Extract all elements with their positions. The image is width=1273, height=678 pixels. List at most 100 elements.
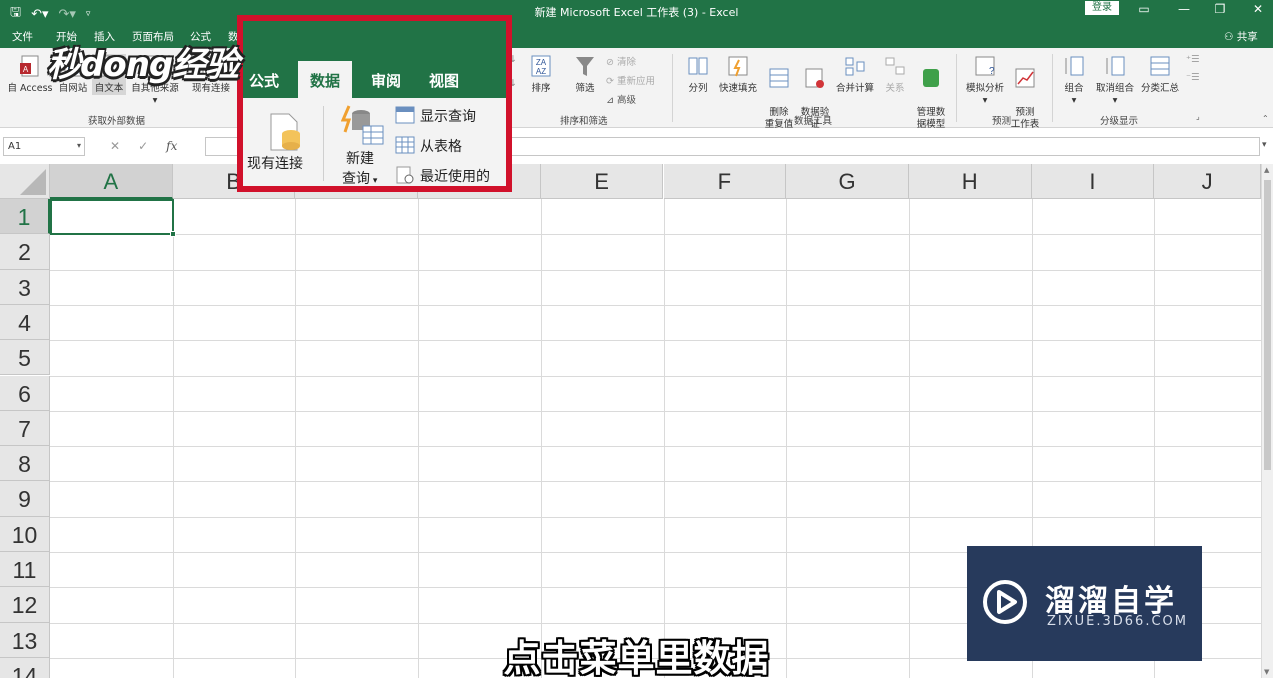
forecast-chart-icon — [1015, 68, 1035, 88]
reapply-button[interactable]: ⟳ 重新应用 — [606, 73, 655, 87]
zoom-show-queries-button[interactable]: 显示查询 — [420, 106, 476, 126]
row-header-7[interactable]: 7 — [0, 410, 50, 447]
filter-button[interactable]: 筛选 — [570, 54, 600, 95]
relationships-button[interactable]: 关系 — [880, 54, 910, 95]
column-header-g[interactable]: G — [786, 164, 909, 199]
row-header-5[interactable]: 5 — [0, 340, 50, 376]
text-to-columns-label: 分列 — [688, 83, 708, 94]
vertical-scrollbar[interactable]: ▲ ▼ — [1261, 164, 1273, 678]
row-header-10[interactable]: 10 — [0, 516, 50, 552]
close-button[interactable]: ✕ — [1250, 2, 1266, 16]
row-header-8[interactable]: 8 — [0, 446, 50, 482]
zoom-separator — [323, 106, 324, 181]
watermark-top-left: 秒dong经验 — [47, 45, 239, 85]
clear-filter-button[interactable]: ⊘ 清除 — [606, 54, 636, 68]
show-detail-icon[interactable]: ⁺☰ — [1186, 54, 1200, 65]
row-header-4[interactable]: 4 — [0, 304, 50, 341]
gridline-horizontal — [50, 410, 1261, 412]
row-header-6[interactable]: 6 — [0, 375, 50, 411]
confirm-entry-icon[interactable]: ✓ — [138, 139, 148, 153]
collapse-ribbon-icon[interactable]: ⌃ — [1262, 114, 1269, 123]
fill-handle[interactable] — [170, 231, 176, 237]
svg-text:ZA: ZA — [536, 58, 547, 67]
flash-fill-button[interactable]: 快速填充 — [716, 54, 760, 95]
brand-url: ZIXUE.3D66.COM — [1047, 614, 1188, 629]
forecast-sheet-button[interactable]: 预测 工作表 — [1008, 54, 1042, 131]
zoom-new-query-label-1[interactable]: 新建 — [346, 148, 374, 168]
column-header-f[interactable]: F — [663, 164, 787, 199]
zoom-callout-highlight: 公式 数据 审阅 视图 现有连接 新建 查询 ▾ 显示查询 从表格 最近使用的 — [237, 15, 512, 192]
new-query-icon — [341, 105, 384, 145]
sort-button[interactable]: ZA AZ 排序 — [526, 54, 556, 95]
expand-formula-bar-icon[interactable]: ▾ — [1262, 140, 1267, 150]
filter-label: 筛选 — [575, 83, 595, 94]
minimize-button[interactable]: — — [1176, 2, 1192, 16]
row-header-12[interactable]: 12 — [0, 587, 50, 623]
sort-icon: ZAAZ — [531, 55, 551, 77]
zoom-existing-connections-label[interactable]: 现有连接 — [247, 153, 303, 173]
cancel-entry-icon[interactable]: ✕ — [110, 139, 120, 153]
share-button[interactable]: ⚇ 共享 — [1224, 29, 1258, 44]
zoom-tab-view[interactable]: 视图 — [429, 70, 459, 91]
gridline-vertical — [172, 199, 174, 678]
what-if-analysis-button[interactable]: ? 模拟分析 ▾ — [962, 54, 1008, 107]
gridline-horizontal — [50, 304, 1261, 306]
column-header-a[interactable]: A — [50, 164, 173, 199]
ungroup-button[interactable]: 取消组合 ▾ — [1092, 54, 1138, 107]
zoom-tab-row: 公式 数据 审阅 视图 — [243, 21, 506, 98]
row-header-9[interactable]: 9 — [0, 481, 50, 517]
name-box[interactable]: A1 ▾ — [3, 137, 85, 156]
group-button[interactable]: 组合 ▾ — [1060, 54, 1088, 107]
consolidate-button[interactable]: 合并计算 — [834, 54, 876, 95]
manage-data-model-button[interactable]: 管理数 据模型 — [912, 54, 950, 131]
ribbon-display-options-icon[interactable]: ▭ — [1136, 2, 1152, 16]
row-header-1[interactable]: 1 — [0, 199, 50, 235]
tab-file[interactable]: 文件 — [12, 29, 33, 44]
svg-text:?: ? — [989, 66, 995, 77]
active-cell-a1[interactable] — [50, 199, 176, 237]
group-label-forecast: 预测 — [992, 116, 1012, 127]
zoom-tab-formulas[interactable]: 公式 — [249, 70, 279, 91]
flash-fill-label: 快速填充 — [718, 83, 757, 94]
group-label-get-external-data: 获取外部数据 — [88, 116, 146, 127]
zoom-tab-data[interactable]: 数据 — [298, 61, 353, 98]
scroll-up-icon[interactable]: ▲ — [1264, 166, 1269, 174]
subtotal-button[interactable]: 分类汇总 — [1138, 54, 1182, 95]
row-header-2[interactable]: 2 — [0, 234, 50, 270]
login-button[interactable]: 登录 — [1085, 1, 1119, 15]
svg-text:A: A — [23, 65, 29, 74]
gridline-horizontal — [50, 516, 1261, 518]
dialog-launcher-icon[interactable]: ⌟ — [1196, 112, 1200, 121]
row-header-11[interactable]: 11 — [0, 552, 50, 588]
zoom-recent-sources-button[interactable]: 最近使用的 — [420, 166, 490, 186]
remove-duplicates-button[interactable]: 删除 重复值 — [762, 54, 796, 131]
name-box-value: A1 — [8, 141, 22, 152]
row-header-3[interactable]: 3 — [0, 269, 50, 305]
gridline-vertical — [663, 199, 665, 678]
zoom-new-query-label-2: 查询 — [342, 171, 370, 187]
advanced-filter-button[interactable]: ⊿ 高级 — [606, 92, 636, 106]
zoom-new-query-button[interactable]: 查询 ▾ — [342, 168, 377, 187]
gridline-vertical — [908, 199, 910, 678]
name-box-dropdown-icon[interactable]: ▾ — [77, 141, 81, 150]
scroll-thumb[interactable] — [1264, 180, 1271, 470]
title-bar: 🖫 ↶▾ ↷▾ ▿ 新建 Microsoft Excel 工作表 (3) - E… — [0, 0, 1273, 26]
column-header-e[interactable]: E — [540, 164, 664, 199]
access-icon: A — [20, 55, 39, 77]
column-header-i[interactable]: I — [1031, 164, 1155, 199]
subtotal-icon — [1150, 56, 1170, 76]
text-to-columns-button[interactable]: 分列 — [684, 54, 712, 95]
column-header-j[interactable]: J — [1154, 164, 1261, 199]
existing-connections-icon — [270, 113, 300, 151]
column-header-h[interactable]: H — [908, 164, 1032, 199]
group-label-sort-filter: 排序和筛选 — [560, 116, 608, 127]
select-all-corner[interactable] — [0, 164, 50, 199]
restore-button[interactable]: ❐ — [1212, 2, 1228, 16]
hide-detail-icon[interactable]: ⁻☰ — [1186, 72, 1200, 83]
data-validation-icon — [805, 68, 824, 88]
zoom-from-table-button[interactable]: 从表格 — [420, 136, 462, 156]
insert-function-icon[interactable]: fx — [166, 139, 177, 153]
gridline-horizontal — [50, 446, 1261, 448]
zoom-tab-review[interactable]: 审阅 — [371, 70, 401, 91]
relationships-label: 关系 — [885, 83, 905, 94]
